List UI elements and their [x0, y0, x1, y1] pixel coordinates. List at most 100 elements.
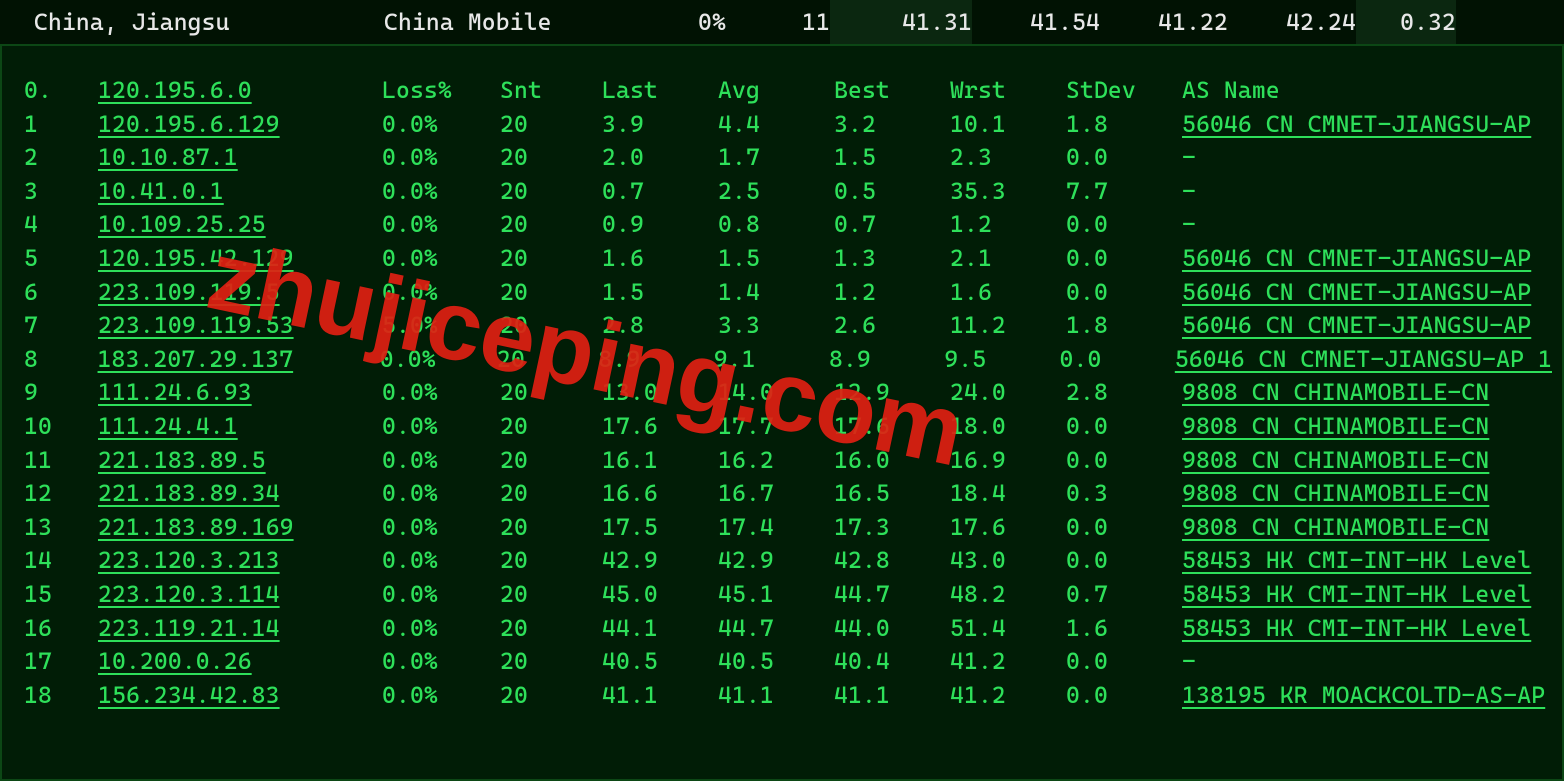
hop-ip-link[interactable]: 120.195.6.129 [98, 110, 382, 138]
hop-ip-link[interactable]: 156.234.42.83 [98, 681, 382, 709]
hop-ip-link[interactable]: 221.183.89.169 [98, 513, 382, 541]
hop-as-name: 9808 CN CHINAMOBILE-CN [1182, 513, 1552, 541]
hop-loss: 0.0% [382, 446, 500, 474]
hop-ip-link[interactable]: 111.24.4.1 [98, 412, 382, 440]
hop-index: 3 [24, 177, 98, 205]
hop-avg: 1.4 [718, 278, 834, 306]
hop-snt: 20 [500, 580, 602, 608]
hop-snt: 20 [500, 446, 602, 474]
hop-ip-link[interactable]: 111.24.6.93 [98, 378, 382, 406]
hop-stdev: 0.0 [1066, 143, 1182, 171]
hop-best: 3.2 [834, 110, 950, 138]
hop-ip-link[interactable]: 10.41.0.1 [98, 177, 382, 205]
hop-last: 40.5 [602, 647, 718, 675]
hop-loss: 0.0% [382, 513, 500, 541]
hop-best: 2.6 [834, 311, 950, 339]
hop-ip-link[interactable]: 120.195.42.129 [98, 244, 382, 272]
table-header-row: 0. 120.195.6.0 Loss% Snt Last Avg Best W… [24, 76, 1552, 110]
hop-snt: 20 [500, 278, 602, 306]
hop-snt: 20 [500, 210, 602, 238]
hop-as-name: 9808 CN CHINAMOBILE-CN [1182, 479, 1552, 507]
hop-wrst: 2.3 [950, 143, 1066, 171]
hop-ip-link[interactable]: 221.183.89.5 [98, 446, 382, 474]
hop-ip-link[interactable]: 221.183.89.34 [98, 479, 382, 507]
hop-stdev: 0.0 [1066, 546, 1182, 574]
hop-as-name: - [1182, 647, 1552, 675]
hop-loss: 5.0% [382, 311, 500, 339]
hop-ip-link[interactable]: 10.109.25.25 [98, 210, 382, 238]
probe-stdev: 0.32 [1356, 0, 1456, 44]
hop-loss: 0.0% [382, 614, 500, 642]
hop-wrst: 41.2 [950, 681, 1066, 709]
probe-sent: 11 [726, 8, 830, 36]
table-row: 210.10.87.10.0%202.01.71.52.30.0- [24, 143, 1552, 177]
hop-as-name: 56046 CN CMNET-JIANGSU-AP [1182, 110, 1552, 138]
hop-as-name: 56046 CN CMNET-JIANGSU-AP 1 [1175, 345, 1552, 373]
hop-wrst: 11.2 [950, 311, 1066, 339]
hop-index: 8 [24, 345, 98, 373]
hop-ip-link[interactable]: 223.120.3.213 [98, 546, 382, 574]
hop-last: 2.0 [602, 143, 718, 171]
hop-index: 4 [24, 210, 98, 238]
hop-avg: 1.7 [718, 143, 834, 171]
hop-ip-link[interactable]: 223.119.21.14 [98, 614, 382, 642]
hop-as-name: 58453 HK CMI-INT-HK Level [1182, 614, 1552, 642]
hop-wrst: 17.6 [950, 513, 1066, 541]
hop-ip-link[interactable]: 10.200.0.26 [98, 647, 382, 675]
hop-avg: 16.2 [718, 446, 834, 474]
hop-wrst: 2.1 [950, 244, 1066, 272]
hop-as-name: 56046 CN CMNET-JIANGSU-AP [1182, 244, 1552, 272]
hop-stdev: 1.8 [1066, 110, 1182, 138]
hop-index: 12 [24, 479, 98, 507]
hop-avg: 16.7 [718, 479, 834, 507]
hop-wrst: 16.9 [950, 446, 1066, 474]
probe-avg: 41.54 [972, 8, 1100, 36]
hop-avg: 9.1 [714, 345, 829, 373]
hop-wrst: 35.3 [950, 177, 1066, 205]
hop-ip-link[interactable]: 10.10.87.1 [98, 143, 382, 171]
hop-best: 0.5 [834, 177, 950, 205]
hop-snt: 20 [500, 412, 602, 440]
hop-wrst: 41.2 [950, 647, 1066, 675]
table-row: 8183.207.29.1370.0%208.99.18.99.50.05604… [24, 345, 1552, 379]
hop-ip-link[interactable]: 183.207.29.137 [98, 345, 380, 373]
table-row: 7223.109.119.535.0%202.83.32.611.21.8560… [24, 311, 1552, 345]
hop-wrst: 51.4 [950, 614, 1066, 642]
table-row: 310.41.0.10.0%200.72.50.535.37.7- [24, 177, 1552, 211]
hop-loss: 0.0% [382, 244, 500, 272]
header-hop: 0. [24, 76, 98, 104]
hop-snt: 20 [500, 244, 602, 272]
header-ip[interactable]: 120.195.6.0 [98, 76, 382, 104]
hop-ip-link[interactable]: 223.109.119.53 [98, 311, 382, 339]
hop-snt: 20 [500, 311, 602, 339]
table-row: 11221.183.89.50.0%2016.116.216.016.90.09… [24, 446, 1552, 480]
hop-avg: 44.7 [718, 614, 834, 642]
hop-as-name: 56046 CN CMNET-JIANGSU-AP [1182, 311, 1552, 339]
probe-best: 41.22 [1100, 8, 1228, 36]
hop-avg: 17.7 [718, 412, 834, 440]
table-row: 5120.195.42.1290.0%201.61.51.32.10.05604… [24, 244, 1552, 278]
table-row: 18156.234.42.830.0%2041.141.141.141.20.0… [24, 681, 1552, 715]
probe-isp: China Mobile [384, 8, 606, 36]
hop-loss: 0.0% [382, 546, 500, 574]
hop-ip-link[interactable]: 223.120.3.114 [98, 580, 382, 608]
hop-best: 16.5 [834, 479, 950, 507]
hop-best: 1.2 [834, 278, 950, 306]
table-row: 9111.24.6.930.0%2013.014.012.924.02.8980… [24, 378, 1552, 412]
hop-index: 18 [24, 681, 98, 709]
hop-last: 1.6 [602, 244, 718, 272]
hop-stdev: 0.0 [1066, 513, 1182, 541]
hop-best: 41.1 [834, 681, 950, 709]
hop-snt: 20 [500, 110, 602, 138]
hop-wrst: 9.5 [944, 345, 1059, 373]
hop-index: 11 [24, 446, 98, 474]
hop-stdev: 0.0 [1066, 412, 1182, 440]
hop-last: 1.5 [602, 278, 718, 306]
hop-last: 45.0 [602, 580, 718, 608]
hop-ip-link[interactable]: 223.109.119.5 [98, 278, 382, 306]
hop-last: 13.0 [602, 378, 718, 406]
hop-stdev: 1.6 [1066, 614, 1182, 642]
hop-best: 1.5 [834, 143, 950, 171]
hop-last: 42.9 [602, 546, 718, 574]
hop-last: 17.5 [602, 513, 718, 541]
